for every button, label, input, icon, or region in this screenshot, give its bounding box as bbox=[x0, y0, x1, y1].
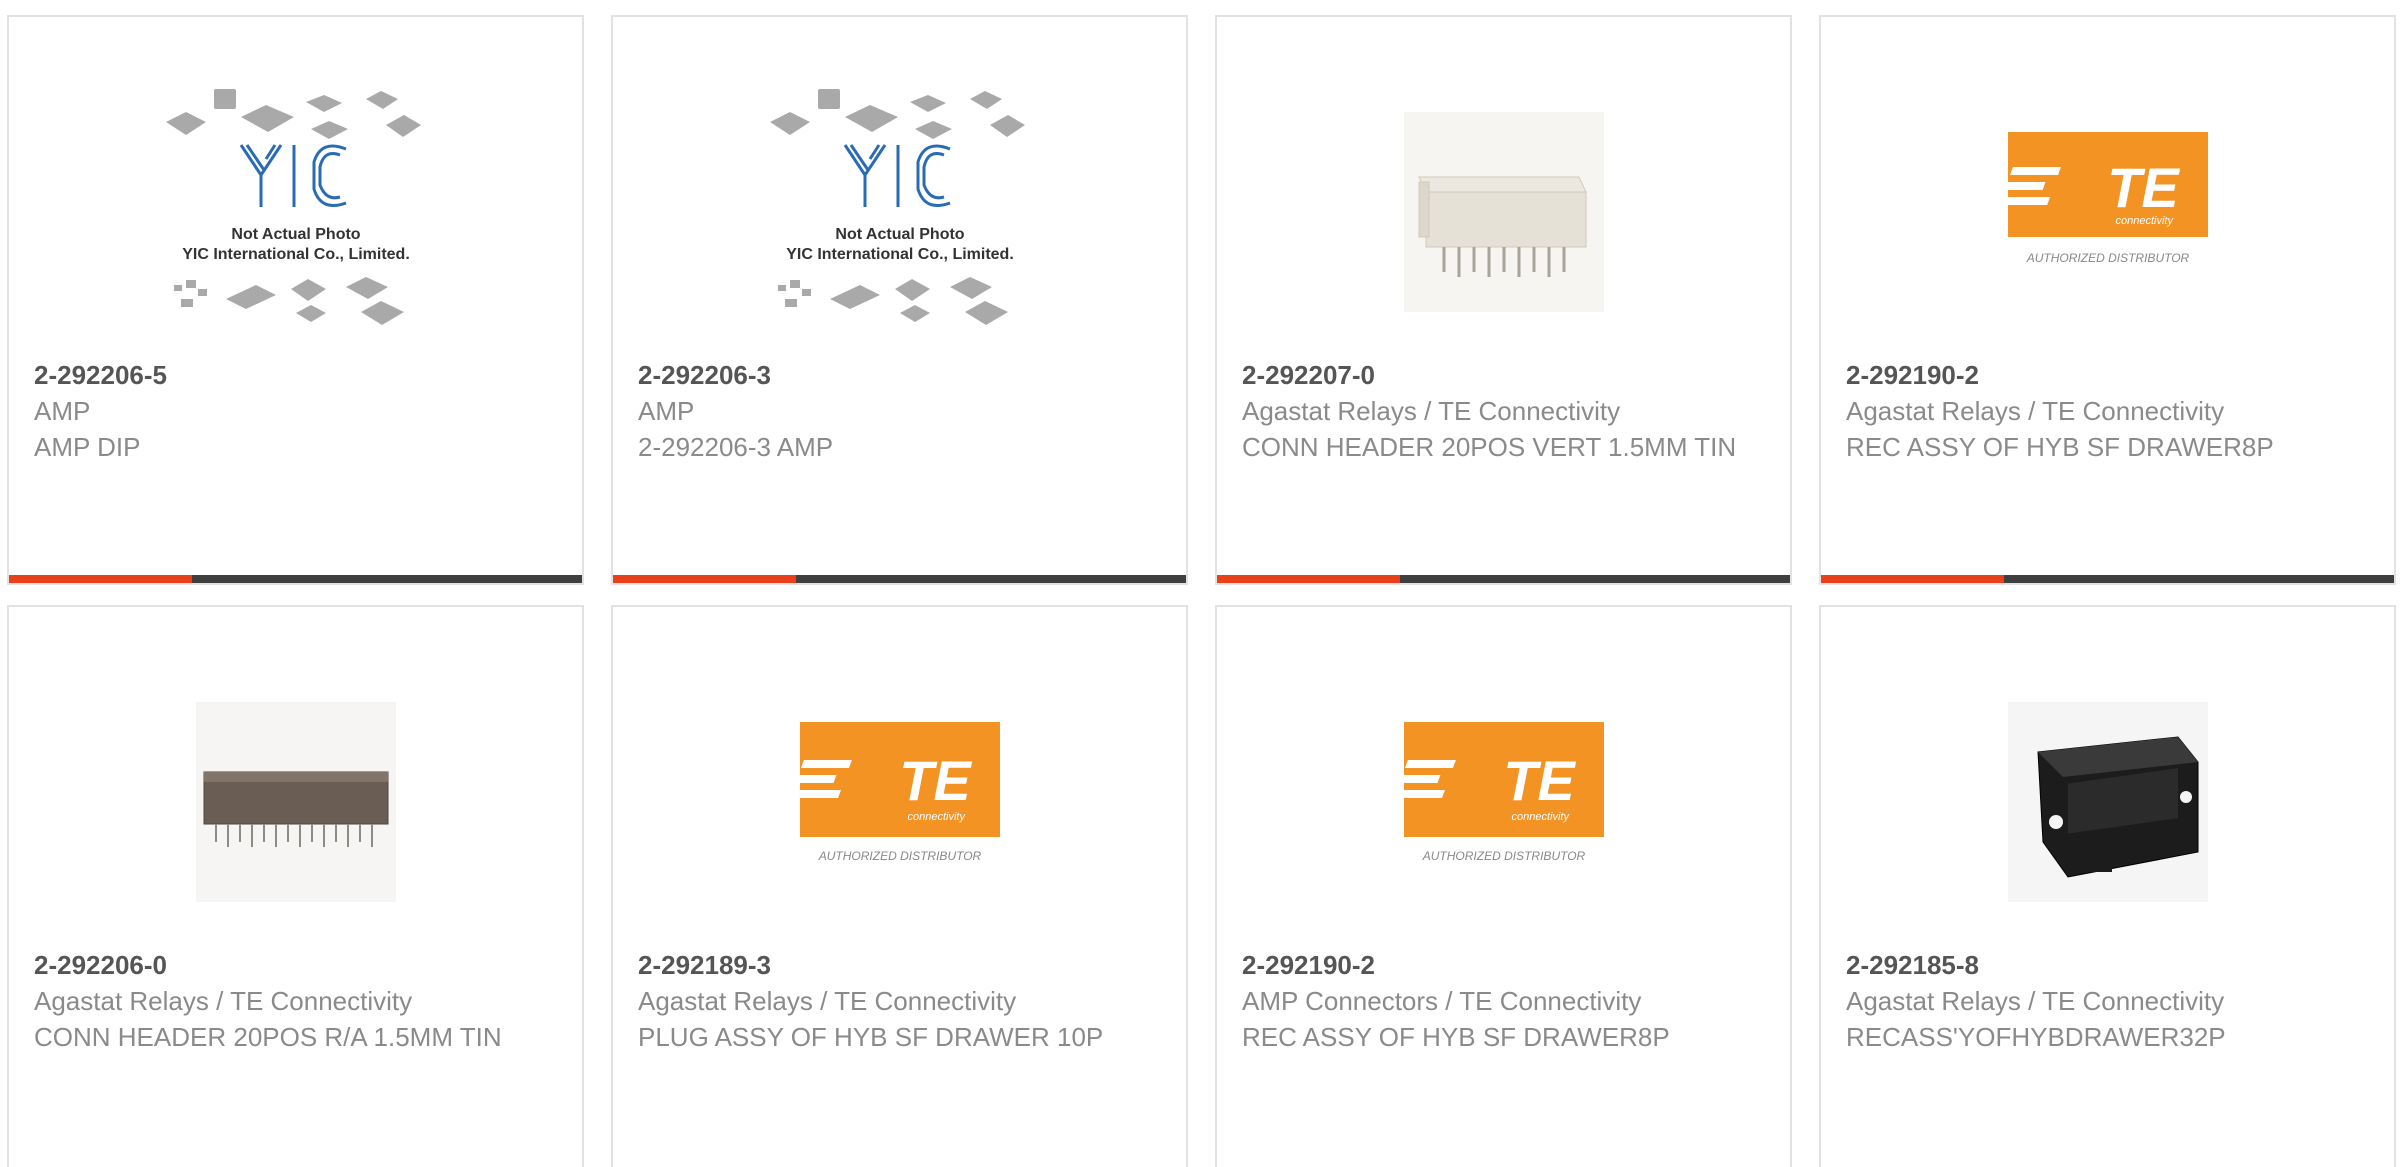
te-logo-image: TE connectivity AUTHORIZED DISTRIBUTOR bbox=[1998, 132, 2208, 265]
product-info: 2-292206-3 AMP 2-292206-3 AMP bbox=[638, 357, 1166, 465]
product-image[interactable]: TE connectivity AUTHORIZED DISTRIBUTOR bbox=[1958, 62, 2258, 362]
description: 2-292206-3 AMP bbox=[638, 432, 834, 462]
brown-header-connector-image bbox=[195, 702, 396, 902]
description: RECASS'YOFHYBDRAWER32P bbox=[1846, 1022, 2226, 1052]
part-number[interactable]: 2-292185-8 bbox=[1846, 947, 2374, 983]
part-number[interactable]: 2-292207-0 bbox=[1242, 357, 1770, 393]
placeholder-line2: YIC International Co., Limited. bbox=[182, 246, 410, 263]
product-card[interactable]: Not Actual Photo YIC International Co., … bbox=[611, 15, 1188, 585]
card-bottom-bar bbox=[1821, 575, 2394, 583]
product-info: 2-292207-0 Agastat Relays / TE Connectiv… bbox=[1242, 357, 1770, 465]
product-image[interactable]: TE connectivity AUTHORIZED DISTRIBUTOR bbox=[1354, 652, 1654, 952]
manufacturer: AMP bbox=[34, 396, 91, 426]
te-logo-sub: connectivity bbox=[2115, 215, 2174, 227]
description: REC ASSY OF HYB SF DRAWER8P bbox=[1242, 1022, 1670, 1052]
product-card[interactable]: TE connectivity AUTHORIZED DISTRIBUTOR 2… bbox=[1819, 15, 2396, 585]
te-logo-mark: TE bbox=[2107, 156, 2180, 219]
description: CONN HEADER 20POS R/A 1.5MM TIN bbox=[34, 1022, 502, 1052]
product-info: 2-292189-3 Agastat Relays / TE Connectiv… bbox=[638, 947, 1166, 1055]
te-logo-mark: TE bbox=[899, 749, 972, 812]
card-bottom-bar bbox=[613, 575, 1186, 583]
product-image-placeholder[interactable]: Not Actual Photo YIC International Co., … bbox=[750, 62, 1050, 362]
part-number[interactable]: 2-292206-3 bbox=[638, 357, 1166, 393]
card-bottom-bar bbox=[1217, 575, 1790, 583]
description: PLUG ASSY OF HYB SF DRAWER 10P bbox=[638, 1022, 1104, 1052]
placeholder-line1: Not Actual Photo bbox=[835, 226, 964, 243]
product-card[interactable]: 2-292206-0 Agastat Relays / TE Connectiv… bbox=[7, 605, 584, 1167]
product-card[interactable]: TE connectivity AUTHORIZED DISTRIBUTOR 2… bbox=[611, 605, 1188, 1167]
product-card[interactable]: 2-292207-0 Agastat Relays / TE Connectiv… bbox=[1215, 15, 1792, 585]
black-drawer-connector-image bbox=[2007, 702, 2208, 902]
product-image[interactable] bbox=[1354, 62, 1654, 362]
part-number[interactable]: 2-292190-2 bbox=[1846, 357, 2374, 393]
manufacturer: Agastat Relays / TE Connectivity bbox=[34, 986, 413, 1016]
product-info: 2-292190-2 AMP Connectors / TE Connectiv… bbox=[1242, 947, 1770, 1055]
placeholder-line1: Not Actual Photo bbox=[231, 226, 360, 243]
placeholder-line2: YIC International Co., Limited. bbox=[786, 246, 1014, 263]
te-logo-mark: TE bbox=[1503, 749, 1576, 812]
product-card[interactable]: Not Actual Photo YIC International Co., … bbox=[7, 15, 584, 585]
card-accent bbox=[1217, 575, 1400, 583]
product-image[interactable] bbox=[1958, 652, 2258, 952]
manufacturer: AMP bbox=[638, 396, 695, 426]
yic-placeholder-image: Not Actual Photo YIC International Co., … bbox=[165, 89, 421, 325]
product-card[interactable]: TE connectivity AUTHORIZED DISTRIBUTOR 2… bbox=[1215, 605, 1792, 1167]
manufacturer: AMP Connectors / TE Connectivity bbox=[1242, 986, 1642, 1016]
manufacturer: Agastat Relays / TE Connectivity bbox=[1846, 396, 2225, 426]
te-logo-image: TE connectivity AUTHORIZED DISTRIBUTOR bbox=[789, 722, 1000, 863]
product-info: 2-292190-2 Agastat Relays / TE Connectiv… bbox=[1846, 357, 2374, 465]
manufacturer: Agastat Relays / TE Connectivity bbox=[1242, 396, 1621, 426]
manufacturer: Agastat Relays / TE Connectivity bbox=[638, 986, 1017, 1016]
manufacturer: Agastat Relays / TE Connectivity bbox=[1846, 986, 2225, 1016]
description: CONN HEADER 20POS VERT 1.5MM TIN bbox=[1242, 432, 1737, 462]
description: AMP DIP bbox=[34, 432, 141, 462]
product-image[interactable] bbox=[146, 652, 446, 952]
te-logo-sub: connectivity bbox=[1511, 811, 1570, 823]
card-bottom-bar bbox=[9, 575, 582, 583]
card-accent bbox=[1821, 575, 2004, 583]
product-image-placeholder[interactable]: Not Actual Photo YIC International Co., … bbox=[146, 62, 446, 362]
te-logo-caption: AUTHORIZED DISTRIBUTOR bbox=[1421, 849, 1585, 863]
product-info: 2-292206-0 Agastat Relays / TE Connectiv… bbox=[34, 947, 562, 1055]
part-number[interactable]: 2-292206-0 bbox=[34, 947, 562, 983]
part-number[interactable]: 2-292190-2 bbox=[1242, 947, 1770, 983]
card-accent bbox=[9, 575, 192, 583]
te-logo-image: TE connectivity AUTHORIZED DISTRIBUTOR bbox=[1393, 722, 1604, 863]
white-header-connector-image bbox=[1403, 112, 1604, 312]
card-accent bbox=[613, 575, 796, 583]
part-number[interactable]: 2-292206-5 bbox=[34, 357, 562, 393]
te-logo-caption: AUTHORIZED DISTRIBUTOR bbox=[817, 849, 981, 863]
product-info: 2-292206-5 AMP AMP DIP bbox=[34, 357, 562, 465]
te-logo-sub: connectivity bbox=[907, 811, 966, 823]
yic-placeholder-image: Not Actual Photo YIC International Co., … bbox=[769, 89, 1025, 325]
te-logo-caption: AUTHORIZED DISTRIBUTOR bbox=[2025, 251, 2189, 265]
product-grid: Not Actual Photo YIC International Co., … bbox=[0, 0, 2400, 1167]
product-info: 2-292185-8 Agastat Relays / TE Connectiv… bbox=[1846, 947, 2374, 1055]
product-card[interactable]: 2-292185-8 Agastat Relays / TE Connectiv… bbox=[1819, 605, 2396, 1167]
description: REC ASSY OF HYB SF DRAWER8P bbox=[1846, 432, 2274, 462]
product-image[interactable]: TE connectivity AUTHORIZED DISTRIBUTOR bbox=[750, 652, 1050, 952]
part-number[interactable]: 2-292189-3 bbox=[638, 947, 1166, 983]
